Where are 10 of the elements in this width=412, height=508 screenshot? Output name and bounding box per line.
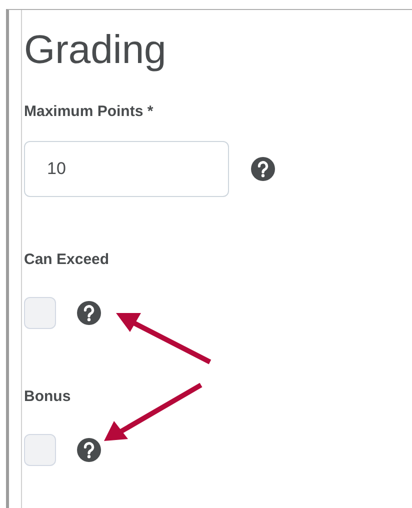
option-label: Can Exceed: [24, 251, 110, 269]
points-input-field[interactable]: 10: [24, 141, 229, 197]
section-heading: Grading: [24, 27, 166, 74]
option-label: Bonus: [24, 388, 71, 406]
help-icon[interactable]: [251, 157, 275, 181]
help-icon[interactable]: [77, 438, 101, 462]
help-icon[interactable]: [77, 301, 101, 325]
checkbox[interactable]: [24, 434, 56, 466]
checkbox[interactable]: [24, 297, 56, 329]
field-label: Maximum Points *: [24, 103, 154, 121]
